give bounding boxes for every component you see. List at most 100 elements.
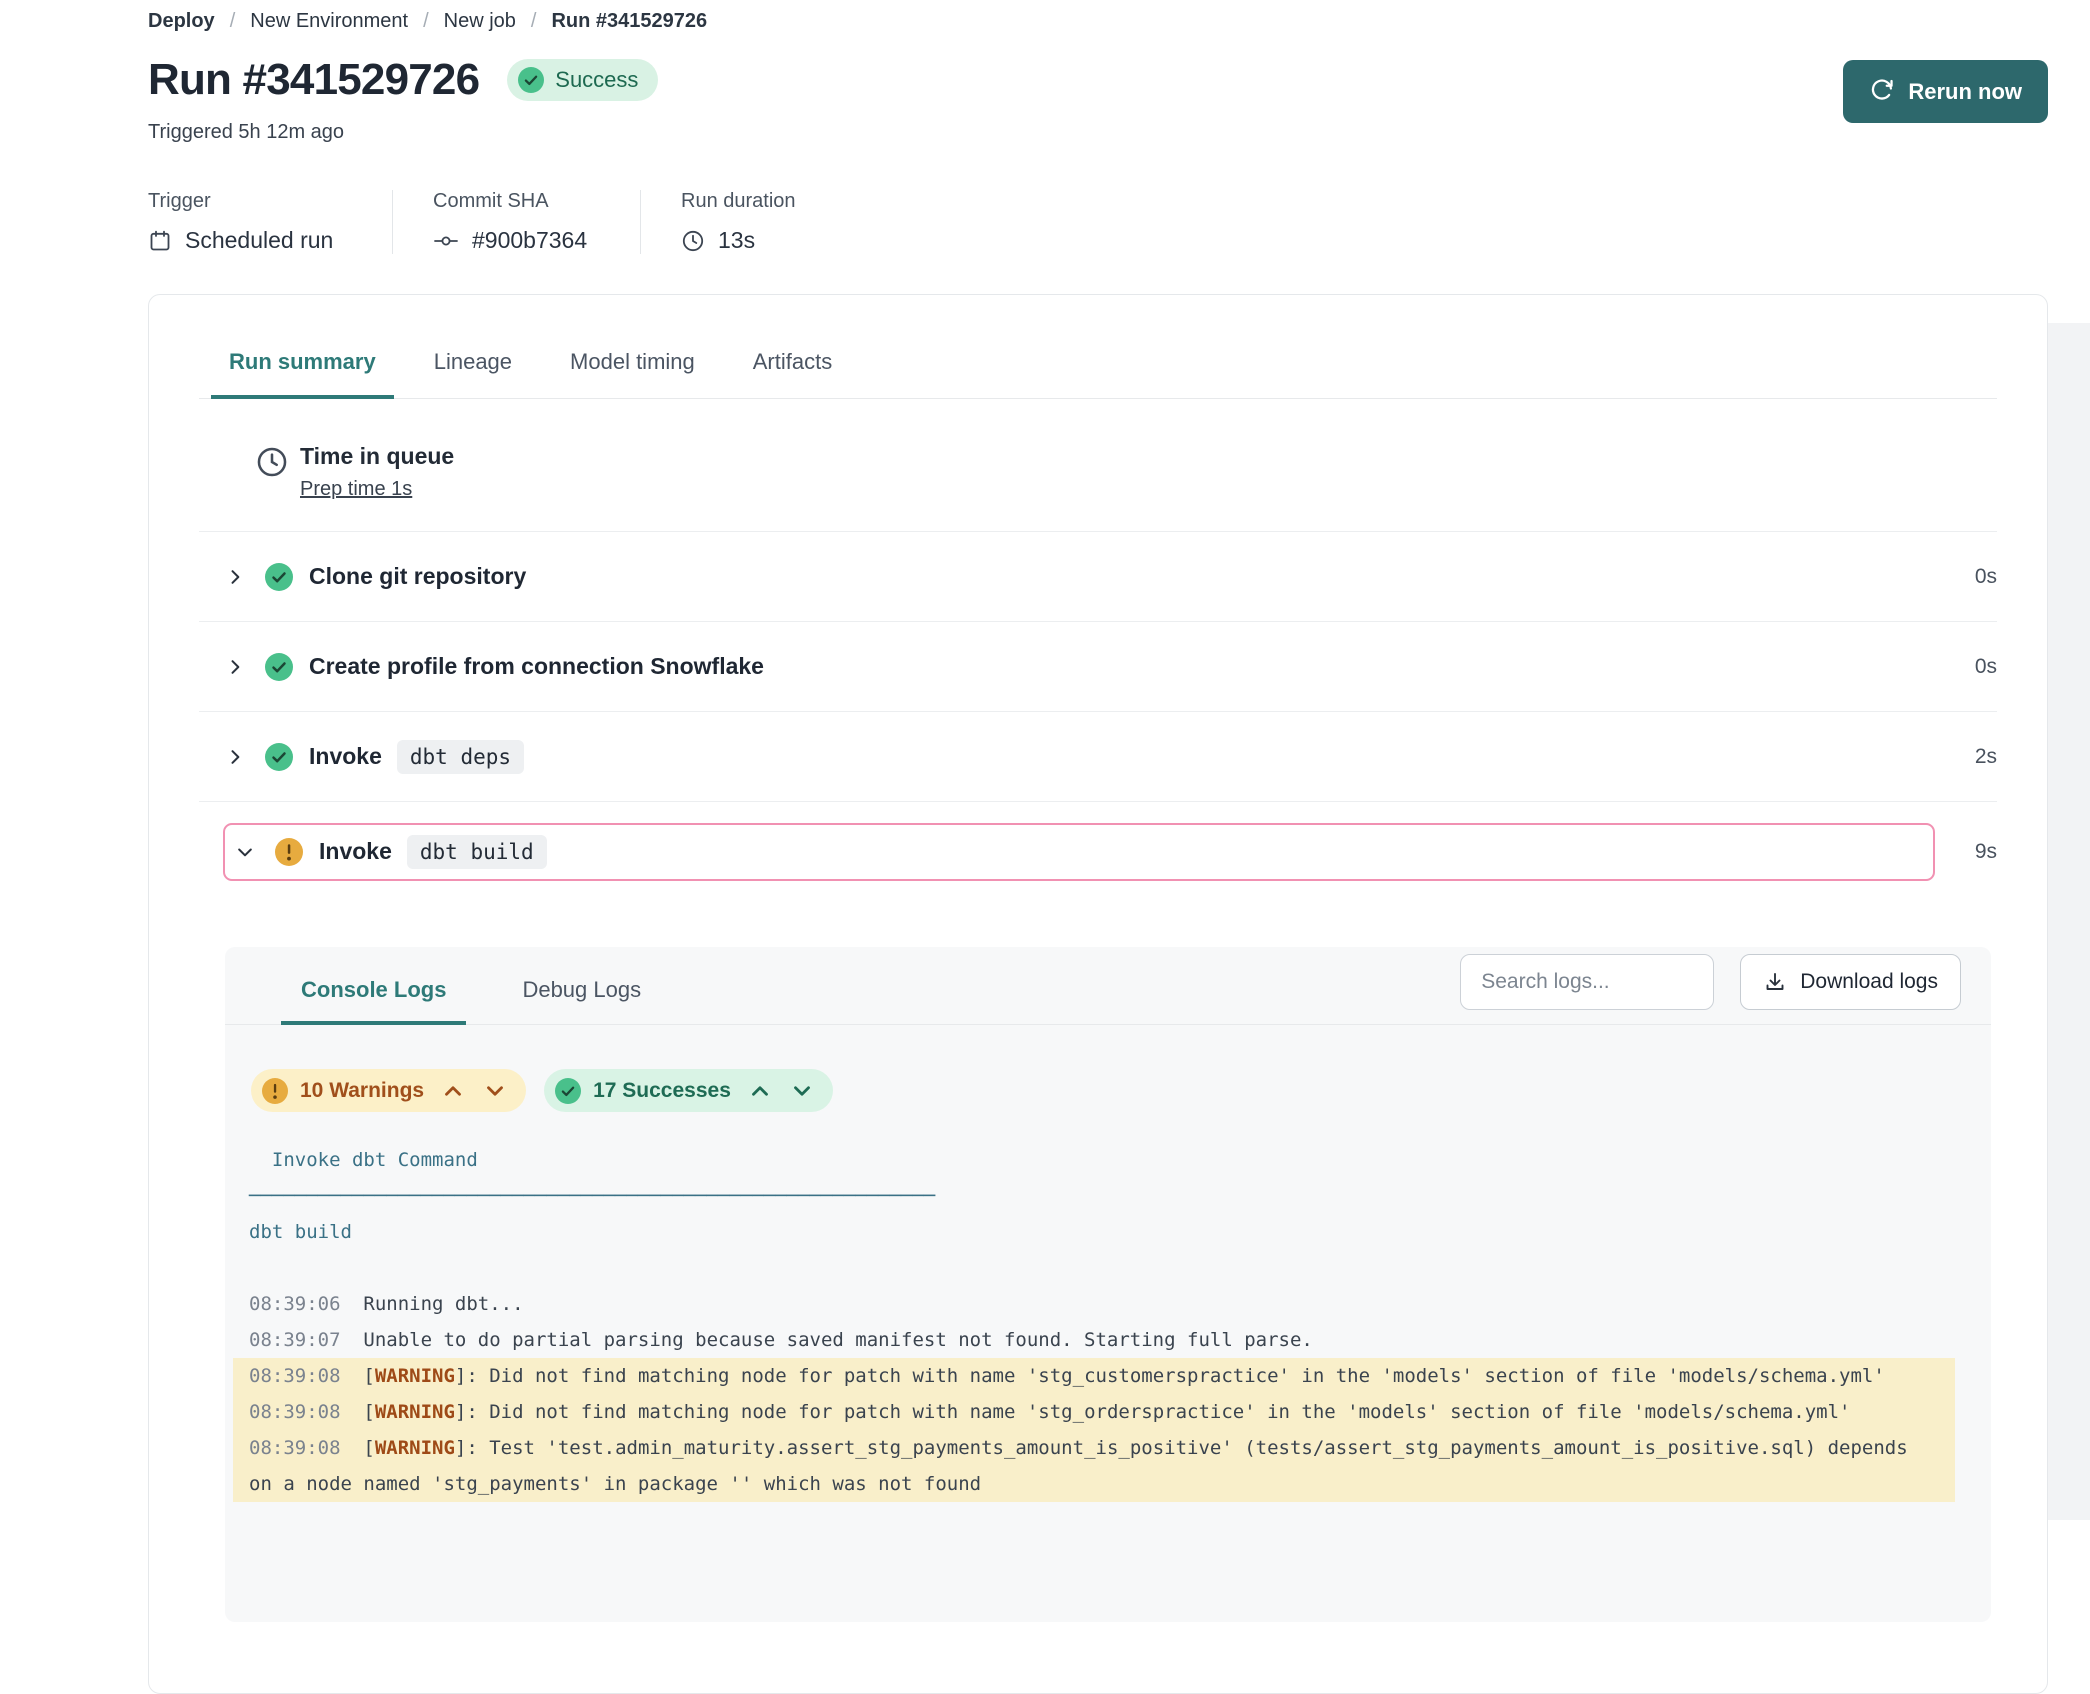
meta-commit-sha: Commit SHA #900b7364 — [392, 190, 640, 254]
log-line — [233, 1250, 1955, 1286]
badge-17-successes[interactable]: 17 Successes — [544, 1069, 833, 1112]
meta-trigger: Trigger Scheduled run — [148, 190, 392, 254]
tab-run-summary[interactable]: Run summary — [211, 329, 394, 399]
breadcrumb-item-new-environment[interactable]: New Environment — [250, 10, 408, 33]
status-badge-label: Success — [555, 67, 638, 93]
meta-value: #900b7364 — [472, 227, 587, 254]
run-header: Deploy / New Environment / New job / Run #3415… — [148, 0, 2048, 254]
badge-label: 17 Successes — [593, 1079, 731, 1103]
breadcrumb-separator: / — [531, 10, 537, 33]
chevron-down-small-icon[interactable] — [482, 1078, 508, 1104]
log-level-warning: WARNING — [375, 1365, 455, 1387]
download-logs-button[interactable]: Download logs — [1740, 954, 1961, 1010]
meta-run-duration: Run duration 13s — [640, 190, 960, 254]
chevron-up-small-icon[interactable] — [440, 1078, 466, 1104]
tab-debug-logs[interactable]: Debug Logs — [502, 947, 661, 1025]
step-row-clone-git-repository[interactable]: Clone git repository 0s — [199, 531, 1997, 621]
step-title: Create profile from connection Snowflake — [309, 653, 764, 680]
meta-label: Trigger — [148, 190, 392, 213]
breadcrumb-separator: / — [230, 10, 236, 33]
download-logs-label: Download logs — [1800, 970, 1938, 994]
log-timestamp: 08:39:08 — [249, 1401, 341, 1423]
run-meta: Trigger Scheduled run Commit SHA #900b73… — [148, 190, 2048, 254]
console-log-output: Invoke dbt Command──────────────────────… — [233, 1142, 1955, 1502]
check-circle-icon — [265, 563, 293, 591]
check-circle-icon — [555, 1078, 581, 1104]
tab-lineage[interactable]: Lineage — [416, 329, 530, 399]
run-tabs: Run summary Lineage Model timing Artifacts — [199, 329, 1997, 399]
clock-icon — [255, 445, 289, 501]
chevron-right-icon[interactable] — [225, 657, 245, 677]
step-expanded-box[interactable]: Invokedbt build — [223, 823, 1935, 881]
step-row-invoke-dbt-build[interactable]: Invokedbt build 9s — [199, 801, 1997, 901]
tab-artifacts[interactable]: Artifacts — [735, 329, 850, 399]
log-level-warning: WARNING — [375, 1401, 455, 1423]
meta-label: Commit SHA — [433, 190, 640, 213]
run-summary-card: Run summaryLineageModel timingArtifacts … — [148, 294, 2048, 1694]
breadcrumb: Deploy / New Environment / New job / Run #3415… — [148, 10, 2048, 33]
breadcrumb-item-run-341529726: Run #341529726 — [551, 10, 707, 33]
log-timestamp: 08:39:08 — [249, 1437, 341, 1459]
breadcrumb-separator: / — [423, 10, 429, 33]
log-line: 08:39:08 [WARNING]: Did not find matchin… — [233, 1358, 1955, 1394]
chevron-down-icon[interactable] — [235, 842, 255, 862]
log-level-warning: WARNING — [375, 1437, 455, 1459]
log-timestamp: 08:39:08 — [249, 1365, 341, 1387]
title-row: Run #341529726 Success — [148, 55, 2048, 105]
run-steps-list: Clone git repository0sCreate profile fro… — [199, 531, 1997, 901]
step-duration: 0s — [1975, 565, 1997, 589]
log-line: dbt build — [233, 1214, 1955, 1250]
log-badges-row: 10 Warnings 17 Successes — [251, 1069, 1991, 1112]
meta-label: Run duration — [681, 190, 960, 213]
step-title: Invokedbt build — [319, 835, 547, 869]
chevron-down-small-icon[interactable] — [789, 1078, 815, 1104]
step-row-create-profile-from-connection-snowflake[interactable]: Create profile from connection Snowflake… — [199, 621, 1997, 711]
log-line: 08:39:06 Running dbt... — [233, 1286, 1955, 1322]
log-line: Invoke dbt Command — [233, 1142, 1955, 1178]
refresh-icon — [1869, 76, 1895, 108]
breadcrumb-item-new-job[interactable]: New job — [444, 10, 516, 33]
console-panel: Console Logs Debug Logs Download logs 10 … — [225, 947, 1991, 1622]
check-circle-icon — [265, 653, 293, 681]
log-line: 08:39:07 Unable to do partial parsing be… — [233, 1322, 1955, 1358]
check-circle-icon — [265, 743, 293, 771]
rerun-now-label: Rerun now — [1908, 79, 2022, 105]
download-icon — [1763, 970, 1787, 994]
step-duration: 2s — [1975, 745, 1997, 769]
triggered-time: Triggered 5h 12m ago — [148, 121, 2048, 144]
code-chip: dbt build — [407, 835, 547, 869]
code-chip: dbt deps — [397, 740, 524, 774]
calendar-icon — [148, 229, 172, 253]
rerun-now-button[interactable]: Rerun now — [1843, 60, 2048, 123]
console-tabs: Console Logs Debug Logs — [281, 947, 697, 1024]
time-in-queue-title: Time in queue — [300, 443, 454, 470]
page-title: Run #341529726 — [148, 55, 479, 105]
tab-model-timing[interactable]: Model timing — [552, 329, 713, 399]
log-line: ────────────────────────────────────────… — [233, 1178, 1955, 1214]
tab-console-logs[interactable]: Console Logs — [281, 947, 466, 1025]
console-header: Console Logs Debug Logs Download logs — [225, 947, 1991, 1025]
commit-icon — [433, 229, 459, 253]
prep-time-link[interactable]: Prep time 1s — [300, 478, 412, 501]
scrollbar-track[interactable] — [2048, 323, 2090, 1520]
log-timestamp: 08:39:07 — [249, 1329, 341, 1351]
log-line: 08:39:08 [WARNING]: Did not find matchin… — [233, 1394, 1955, 1430]
chevron-up-small-icon[interactable] — [747, 1078, 773, 1104]
step-title: Clone git repository — [309, 563, 526, 590]
chevron-right-icon[interactable] — [225, 747, 245, 767]
search-logs-input[interactable] — [1460, 954, 1714, 1010]
step-row-invoke-dbt-deps[interactable]: Invokedbt deps2s — [199, 711, 1997, 801]
warning-circle-icon — [275, 838, 303, 866]
breadcrumb-item-deploy[interactable]: Deploy — [148, 10, 215, 33]
step-duration: 9s — [1953, 840, 1997, 864]
meta-value: Scheduled run — [185, 227, 333, 254]
step-duration: 0s — [1975, 655, 1997, 679]
log-line: 08:39:08 [WARNING]: Test 'test.admin_mat… — [233, 1430, 1955, 1502]
log-timestamp: 08:39:06 — [249, 1293, 341, 1315]
chevron-right-icon[interactable] — [225, 567, 245, 587]
badge-10-warnings[interactable]: 10 Warnings — [251, 1069, 526, 1112]
time-in-queue: Time in queue Prep time 1s — [199, 443, 1997, 501]
status-badge: Success — [507, 59, 658, 101]
badge-label: 10 Warnings — [300, 1079, 424, 1103]
check-circle-icon — [518, 67, 544, 93]
